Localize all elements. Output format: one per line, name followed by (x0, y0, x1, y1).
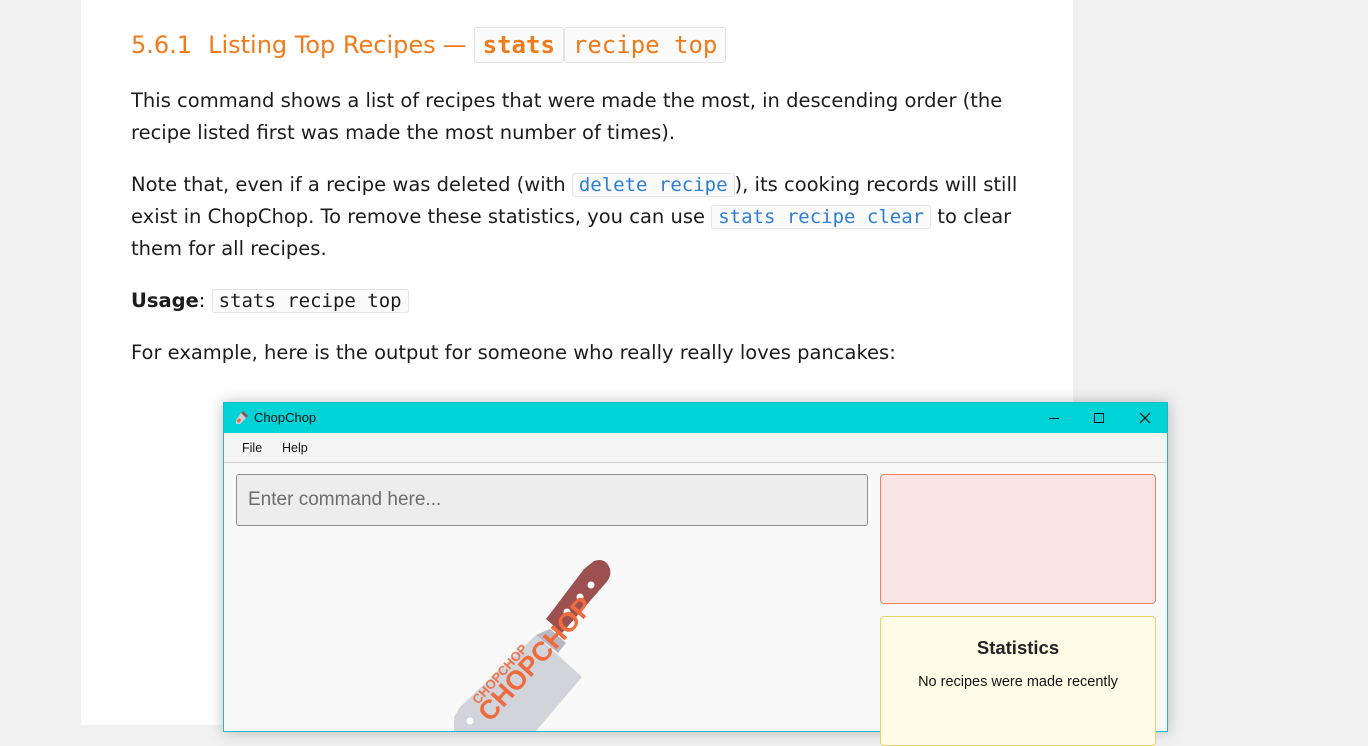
menu-help[interactable]: Help (282, 441, 308, 455)
delete-recipe-code: delete recipe (571, 173, 735, 197)
note-text-1: Note that, even if a recipe was deleted … (131, 173, 572, 196)
stats-recipe-clear-code: stats recipe clear (711, 205, 932, 229)
maximize-icon[interactable] (1076, 403, 1122, 433)
cleaver-icon (234, 410, 250, 426)
statistics-title: Statistics (976, 637, 1060, 658)
usage-colon: : (198, 289, 212, 312)
section-heading: 5.6.1 Listing Top Recipes — stats recipe… (131, 26, 727, 64)
command-input[interactable] (236, 474, 868, 526)
description-paragraph: This command shows a list of recipes tha… (131, 89, 1003, 144)
minimize-icon[interactable] (1031, 403, 1077, 433)
section-number: 5.6.1 (131, 31, 193, 59)
chopchop-window: ChopChop File Help CHOPCHOP CHOP (223, 402, 1168, 746)
usage-code: stats recipe top (211, 289, 409, 313)
heading-code-stats: stats (473, 27, 564, 63)
section-title: Listing Top Recipes (208, 31, 436, 59)
window-title: ChopChop (254, 410, 317, 425)
usage-label: Usage (131, 289, 199, 312)
menu-file[interactable]: File (242, 441, 262, 455)
statistics-message: No recipes were made recently (918, 674, 1118, 690)
heading-code-recipe-top: recipe top (563, 27, 727, 63)
window-titlebar[interactable]: ChopChop (224, 403, 1167, 433)
result-display (880, 474, 1156, 604)
statistics-panel: Statistics No recipes were made recently (880, 616, 1156, 746)
close-icon[interactable] (1122, 403, 1168, 433)
example-paragraph: For example, here is the output for some… (131, 341, 896, 364)
note-paragraph: Note that, even if a recipe was deleted … (131, 169, 1031, 265)
heading-dash: — (442, 31, 467, 59)
usage-paragraph: Usage: stats recipe top (131, 285, 1031, 317)
chopchop-logo: CHOPCHOP CHOPCHOP (454, 555, 644, 740)
menu-bar: File Help (224, 433, 1167, 463)
